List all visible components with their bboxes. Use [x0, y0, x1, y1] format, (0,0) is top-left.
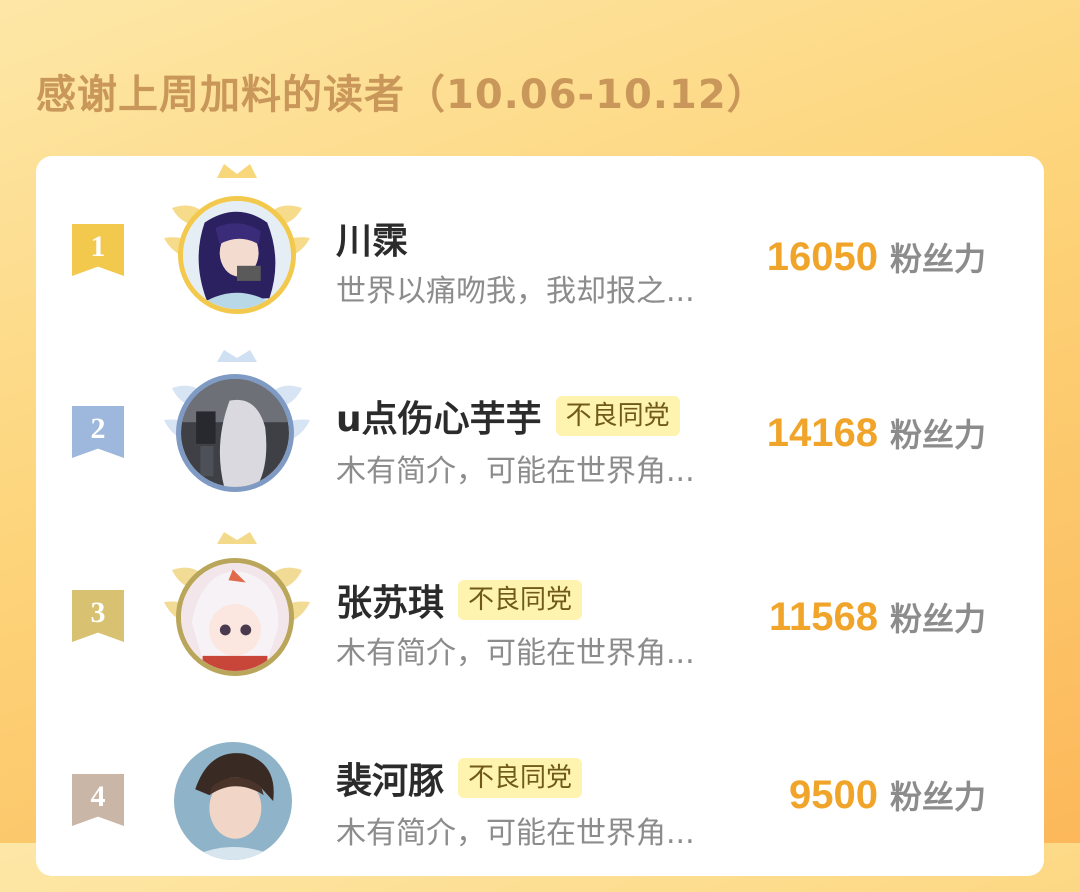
- rank-number: 2: [90, 412, 106, 445]
- score-unit: 粉丝力: [889, 600, 986, 638]
- reader-bio: 木有简介，可能在世界角...: [336, 816, 695, 851]
- reader-bio: 世界以痛吻我，我却报之...: [336, 274, 695, 309]
- score: 11568 粉丝力: [769, 594, 986, 640]
- rank-badge-3: 3: [72, 590, 124, 642]
- score-unit: 粉丝力: [889, 778, 986, 816]
- group-tag: 不良同党: [458, 758, 583, 798]
- reader-name: 裴河豚: [336, 761, 445, 802]
- page-title: 感谢上周加料的读者（10.06-10.12）: [36, 72, 768, 118]
- score-value: 11568: [768, 595, 878, 639]
- score-unit: 粉丝力: [889, 240, 986, 278]
- avatar[interactable]: [174, 742, 292, 860]
- avatar[interactable]: [176, 374, 294, 492]
- score-value: 14168: [766, 411, 878, 455]
- rank-number: 4: [90, 780, 106, 813]
- rank-badge-2: 2: [72, 406, 124, 458]
- reader-row-3[interactable]: 3 张苏琪 不良同党 木有简介，可能在世界角... 11568 粉丝力: [36, 532, 1044, 706]
- reader-bio: 木有简介，可能在世界角...: [336, 454, 695, 489]
- reader-row-4[interactable]: 4 裴河豚 不良同党 木有简介，可能在世界角... 9500 粉丝力: [36, 722, 1044, 892]
- score: 9500 粉丝力: [789, 772, 986, 818]
- group-tag: 不良同党: [555, 396, 680, 436]
- group-tag: 不良同党: [458, 580, 583, 620]
- rank-number: 3: [90, 596, 106, 629]
- score-value: 9500: [789, 773, 878, 817]
- avatar[interactable]: [178, 196, 296, 314]
- rank-badge-4: 4: [72, 774, 124, 826]
- reader-name: u点伤心芋芋: [336, 399, 542, 440]
- avatar[interactable]: [176, 558, 294, 676]
- reader-row-1[interactable]: 1 川霂 世界以痛吻我，我却报之... 16050 粉丝力: [36, 164, 1044, 338]
- rank-number: 1: [90, 230, 106, 263]
- score-unit: 粉丝力: [889, 416, 986, 454]
- score: 16050 粉丝力: [767, 234, 986, 280]
- reader-row-2[interactable]: 2 u点伤心芋芋 不良同党 木有简介，可能在世界角... 14168 粉丝力: [36, 350, 1044, 524]
- rank-badge-1: 1: [72, 224, 124, 276]
- reader-bio: 木有简介，可能在世界角...: [336, 636, 695, 671]
- score: 14168 粉丝力: [767, 410, 986, 456]
- reader-name: 张苏琪: [336, 583, 445, 624]
- score-value: 16050: [766, 235, 878, 279]
- reader-name: 川霂: [336, 221, 409, 262]
- reader-ranking-list: 1 川霂 世界以痛吻我，我却报之... 16050 粉丝力 2 u点伤心芋芋 不…: [36, 156, 1044, 876]
